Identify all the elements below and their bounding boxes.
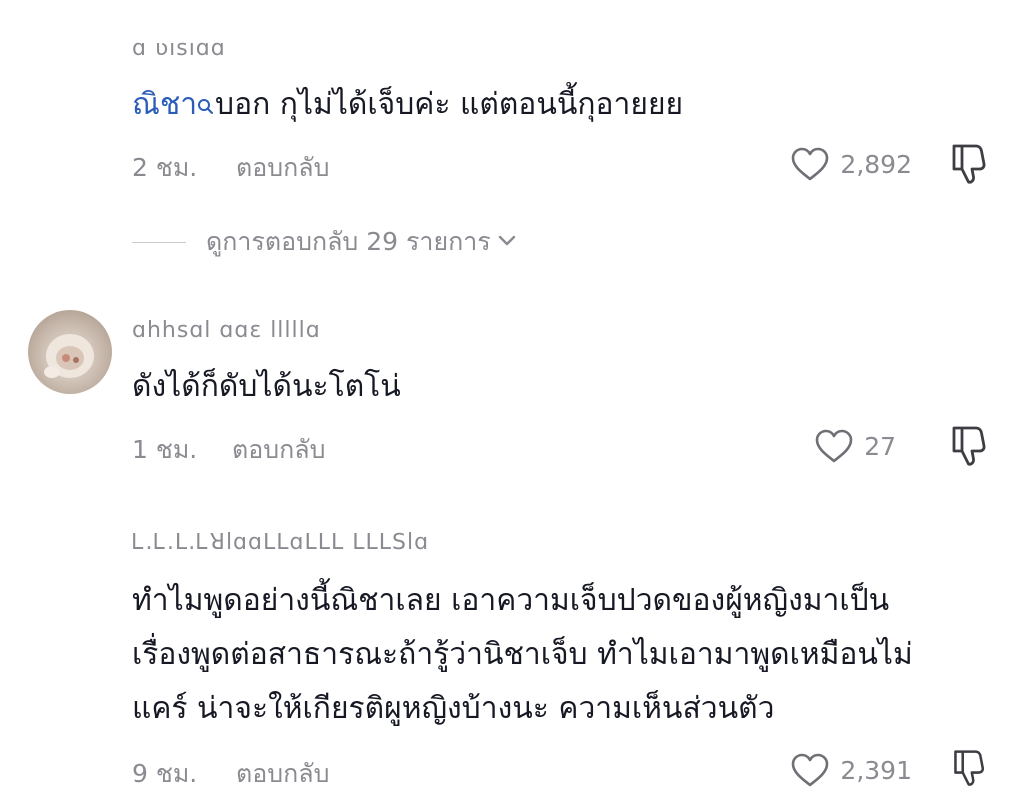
comment-meta: 1 ชม. ตอบกลับ 27 <box>132 426 992 466</box>
comment-time: 9 ชม. <box>132 759 198 788</box>
search-icon <box>197 80 215 114</box>
avatar[interactable] <box>28 310 112 394</box>
comment-username[interactable]: ɑhhsɑl ɑɑɛ lllllɑ <box>132 318 321 343</box>
like-count: 27 <box>864 431 896 461</box>
comment-username[interactable]: Ꮮ.Ꮮ.ꓡ.Ꮮꓤlɑɑꓡꓡɑꓡꓡꓡ ꓡꓡꓡꓢlɑ <box>132 530 429 555</box>
comment-text-content: บอก กุไม่ได้เจ็บค่ะ แต่ตอนนี้กุอายยย <box>215 87 684 122</box>
comment-time: 1 ชม. <box>132 435 198 464</box>
like-count: 2,391 <box>840 755 912 785</box>
heart-icon[interactable] <box>790 752 830 788</box>
avatar-image <box>44 334 94 378</box>
comment-text: ทำไมพูดอย่างนี้ณิชาเลย เอาความเจ็บปวดของ… <box>132 574 992 736</box>
thumbs-down-icon[interactable] <box>950 142 990 186</box>
comment-text-line: แคร์ น่าจะให้เกียรติผูหญิงบ้างนะ ความเห็… <box>132 691 775 726</box>
thumbs-down-icon[interactable] <box>950 424 990 468</box>
comment-time: 2 ชม. <box>132 153 198 182</box>
thumbs-down-icon[interactable] <box>950 748 990 788</box>
comment-username[interactable]: ɑ ʋısıɑɑ <box>132 36 226 61</box>
like-button[interactable]: 2,391 <box>790 750 912 790</box>
comment-text-line: เรื่องพูดต่อสาธารณะถ้ารู้ว่านิชาเจ็บ ทำไ… <box>132 637 913 672</box>
view-replies-label[interactable]: ดูการตอบกลับ 29 รายการ <box>206 222 491 262</box>
reply-button[interactable]: ตอบกลับ <box>236 148 329 188</box>
reply-button[interactable]: ตอบกลับ <box>236 754 329 794</box>
like-count: 2,892 <box>840 149 912 179</box>
comment-text-line: ทำไมพูดอย่างนี้ณิชาเลย เอาความเจ็บปวดของ… <box>132 583 890 618</box>
comment-meta: 9 ชม. ตอบกลับ 2,391 <box>132 750 992 790</box>
comment-text: ณิชา บอก กุไม่ได้เจ็บค่ะ แต่ตอนนี้กุอายยย <box>132 78 992 132</box>
mention-link[interactable]: ณิชา <box>132 87 197 122</box>
chevron-down-icon[interactable] <box>497 233 517 252</box>
like-button[interactable]: 2,892 <box>790 144 912 184</box>
like-button[interactable]: 27 <box>814 426 896 466</box>
reply-button[interactable]: ตอบกลับ <box>232 430 325 470</box>
view-replies-toggle[interactable]: ดูการตอบกลับ 29 รายการ <box>132 226 517 258</box>
comment-text: ดังได้ก็ดับได้นะโตโน่ <box>132 369 401 404</box>
heart-icon[interactable] <box>814 428 854 464</box>
heart-icon[interactable] <box>790 146 830 182</box>
divider-line <box>132 241 186 243</box>
comment-meta: 2 ชม. ตอบกลับ 2,892 <box>132 144 992 184</box>
